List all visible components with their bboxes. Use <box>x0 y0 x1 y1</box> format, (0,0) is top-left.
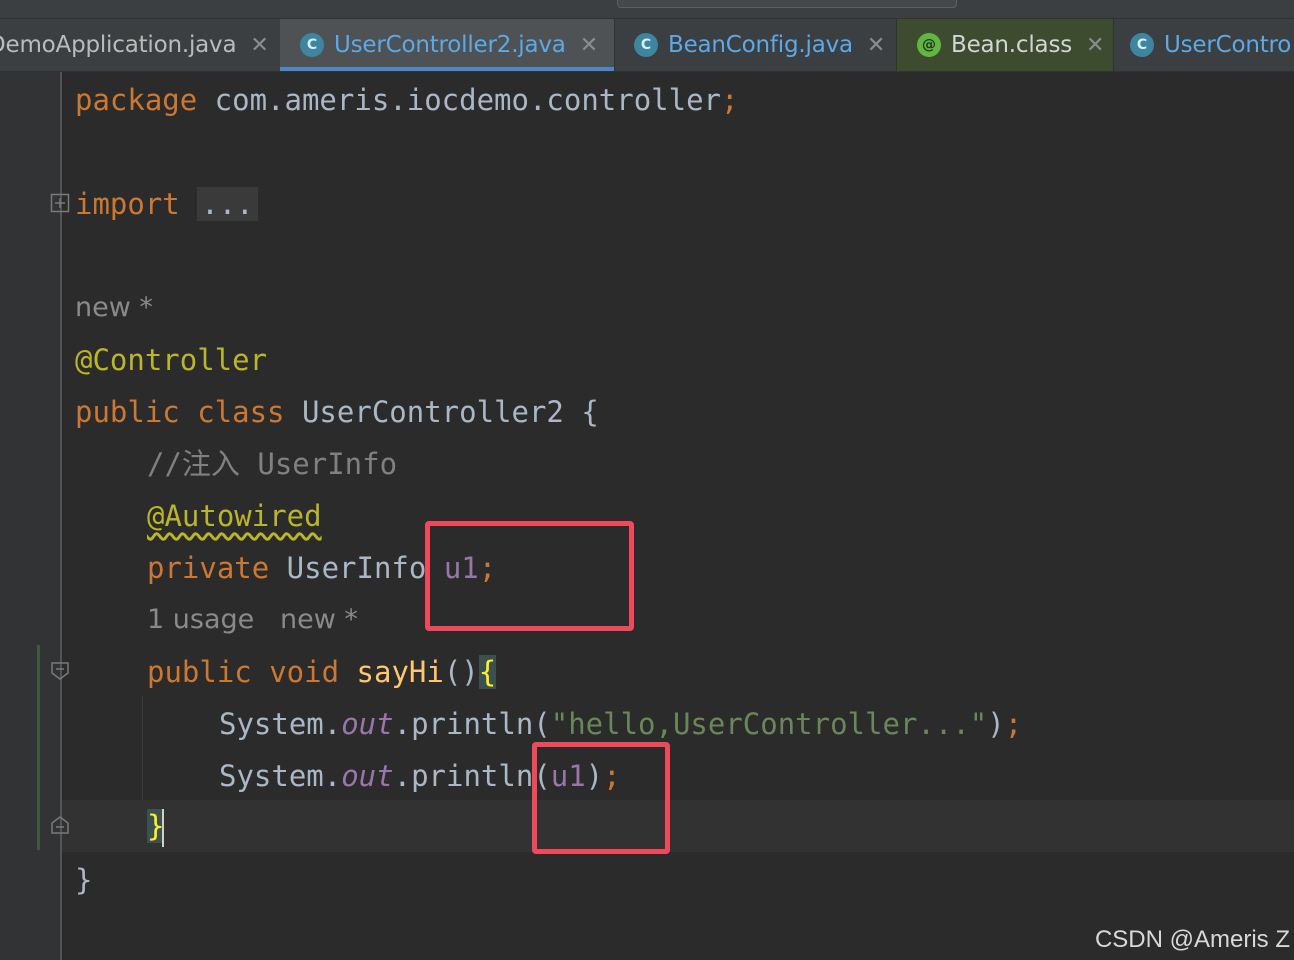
class-icon: C <box>300 33 324 57</box>
run-config-selector[interactable] <box>617 0 957 8</box>
class-icon: C <box>634 33 658 57</box>
tab-label: DemoApplication.java <box>0 32 237 58</box>
tab-user-controller2[interactable]: C UserController2.java ✕ <box>280 19 614 71</box>
watermark: CSDN @Ameris Z <box>1094 926 1290 953</box>
tab-label: UserController2.java <box>334 32 566 58</box>
tab-bean-class[interactable]: @ Bean.class ✕ <box>897 19 1113 71</box>
tab-label: Bean.class <box>951 32 1073 58</box>
close-icon[interactable]: ✕ <box>580 33 598 58</box>
fold-expand-icon[interactable] <box>50 193 70 213</box>
close-icon[interactable]: ✕ <box>250 33 268 58</box>
code-line-import: import ... <box>75 178 258 230</box>
tab-label: UserContro <box>1164 32 1292 58</box>
code-line-class-close: } <box>75 863 93 897</box>
code-line-method-close: } <box>147 800 165 852</box>
inlay-hint-usage[interactable]: 1 usage new * <box>147 594 358 646</box>
text-caret <box>162 809 165 847</box>
toolbar-strip <box>0 0 1294 19</box>
code-line-comment: //注入 UserInfo <box>147 447 398 481</box>
highlight-box-field <box>425 521 634 631</box>
vcs-change-marker[interactable] <box>37 645 40 850</box>
folded-imports[interactable]: ... <box>197 187 258 221</box>
close-icon[interactable]: ✕ <box>1086 33 1104 58</box>
close-icon[interactable]: ✕ <box>867 33 885 58</box>
tab-bean-config[interactable]: C BeanConfig.java ✕ <box>614 19 896 71</box>
editor-tab-bar: DemoApplication.java ✕ C UserController2… <box>0 19 1294 72</box>
class-icon: C <box>1130 33 1154 57</box>
ide-window: DemoApplication.java ✕ C UserController2… <box>0 0 1294 960</box>
annotation-icon: @ <box>917 33 941 57</box>
code-line-controller-annotation: @Controller <box>75 343 268 377</box>
code-line-class-decl: public class UserController2 { <box>75 395 599 429</box>
code-editor[interactable]: package com.ameris.iocdemo.controller; i… <box>75 72 1294 960</box>
fold-end-icon[interactable] <box>50 815 70 835</box>
code-line-package: package com.ameris.iocdemo.controller; <box>75 83 739 117</box>
inlay-hint-author[interactable]: new * <box>75 282 153 334</box>
highlight-box-usage <box>532 742 670 854</box>
tab-label: BeanConfig.java <box>668 32 853 58</box>
fold-collapse-icon[interactable] <box>50 661 70 681</box>
code-line-method-decl: public void sayHi(){ <box>147 655 497 689</box>
tab-demo-application[interactable]: DemoApplication.java ✕ <box>0 19 280 71</box>
code-line-autowired: @Autowired <box>147 499 322 533</box>
tab-user-controller[interactable]: C UserContro <box>1114 19 1294 71</box>
